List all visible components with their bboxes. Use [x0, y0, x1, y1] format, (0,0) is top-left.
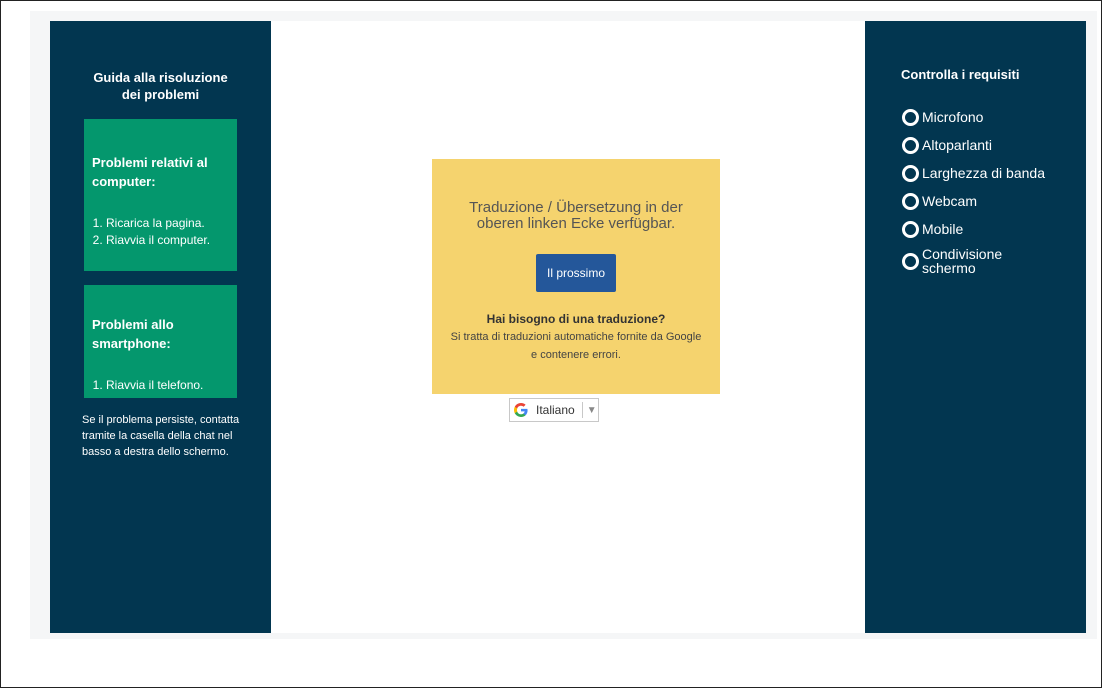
requirement-label: Microfono: [922, 109, 984, 125]
requirement-label: Mobile: [922, 221, 964, 237]
translation-question: Hai bisogno di una traduzione?: [486, 312, 666, 326]
requirement-altoparlanti[interactable]: Altoparlanti: [901, 131, 1086, 159]
radio-ring-icon: [902, 192, 919, 210]
smartphone-steps-list: Riavvia il telefono.: [92, 377, 229, 394]
page-stage: Guida alla risoluzione dei problemi Prob…: [30, 11, 1097, 639]
language-select[interactable]: Italiano ▼: [509, 398, 599, 422]
translation-message: Traduzione / Übersetzung in der oberen l…: [469, 199, 683, 232]
smartphone-problems-title: Problemi allo smartphone:: [92, 317, 174, 351]
radio-ring-icon: [902, 252, 919, 270]
requirement-label: Altoparlanti: [922, 137, 993, 153]
requirement-webcam[interactable]: Webcam: [901, 187, 1086, 215]
requirement-label: Condivisione schermo: [922, 246, 1003, 276]
support-note: Se il problema persiste, contatta tramit…: [82, 414, 240, 458]
next-button[interactable]: Il prossimo: [536, 254, 616, 292]
translation-notice: Traduzione / Übersetzung in der oberen l…: [432, 159, 720, 394]
radio-ring-icon: [902, 136, 919, 154]
google-g-icon: [513, 402, 531, 418]
requirement-mobile[interactable]: Mobile: [901, 215, 1086, 243]
computer-problems-title: Problemi relativi al computer:: [92, 155, 208, 189]
language-label: Italiano: [536, 403, 575, 417]
select-divider: [581, 402, 583, 418]
computer-step: Ricarica la pagina.: [106, 215, 229, 232]
requirement-label: Webcam: [922, 193, 977, 209]
computer-steps-list: Ricarica la pagina. Riavvia il computer.: [92, 215, 229, 249]
requirement-larghezza-di-banda[interactable]: Larghezza di banda: [901, 159, 1086, 187]
translation-note: Si tratta di traduzioni automatiche forn…: [450, 331, 702, 361]
main-content: Traduzione / Übersetzung in der oberen l…: [271, 21, 865, 633]
radio-ring-icon: [902, 108, 919, 126]
requirements-title: Controlla i requisiti: [901, 67, 1020, 82]
smartphone-step: Riavvia il telefono.: [106, 377, 229, 394]
smartphone-problems-card: Problemi allo smartphone: Riavvia il tel…: [84, 285, 237, 398]
requirement-label: Larghezza di banda: [922, 165, 1045, 181]
troubleshooting-panel: Guida alla risoluzione dei problemi Prob…: [50, 21, 271, 633]
requirement-condivisione-schermo[interactable]: Condivisione schermo: [901, 243, 1086, 279]
requirements-panel: Controlla i requisiti Microfono Altoparl…: [865, 21, 1086, 633]
computer-problems-card: Problemi relativi al computer: Ricarica …: [84, 119, 237, 271]
requirements-list: Microfono Altoparlanti Larghezza di band…: [901, 103, 1086, 279]
radio-ring-icon: [902, 220, 919, 238]
requirement-microfono[interactable]: Microfono: [901, 103, 1086, 131]
window-frame: Guida alla risoluzione dei problemi Prob…: [0, 0, 1102, 688]
troubleshooting-title: Guida alla risoluzione dei problemi: [93, 70, 228, 102]
radio-ring-icon: [902, 164, 919, 182]
computer-step: Riavvia il computer.: [106, 232, 229, 249]
triangle-down-icon[interactable]: ▼: [587, 405, 597, 416]
